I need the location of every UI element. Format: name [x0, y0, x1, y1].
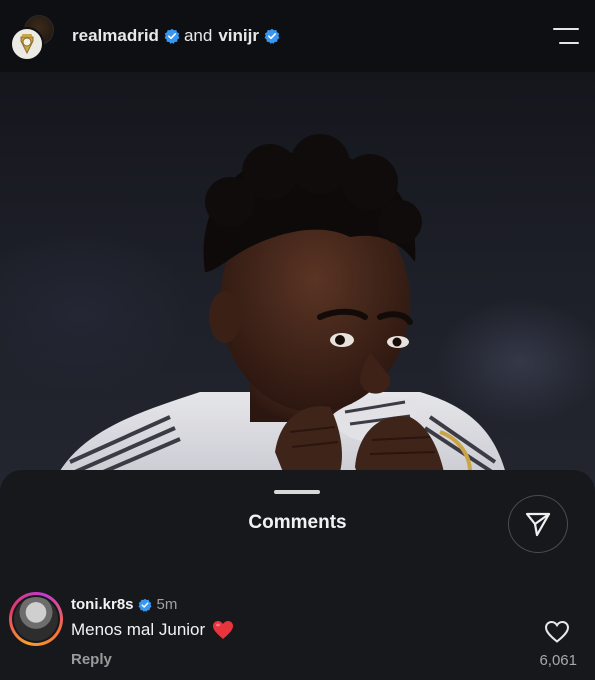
player-photo-illustration [50, 134, 510, 492]
verified-badge-icon [264, 28, 280, 44]
sheet-drag-handle[interactable] [274, 490, 320, 494]
avatar-image [14, 597, 58, 641]
red-heart-icon [212, 620, 234, 640]
collab-avatars[interactable] [10, 11, 56, 61]
comment-header: toni.kr8s 5m [71, 596, 177, 613]
comment-text-row: Menos mal Junior [71, 620, 234, 640]
verified-badge-icon [164, 28, 180, 44]
comment-item: toni.kr8s 5m Menos mal Junior Reply 6,06… [0, 590, 595, 680]
club-crest-icon [20, 34, 34, 55]
sheet-title: Comments [248, 512, 347, 533]
collab-joiner: and [183, 26, 213, 45]
comment-username[interactable]: toni.kr8s [71, 596, 134, 613]
account-vinijr[interactable]: vinijr [218, 26, 259, 46]
commenter-avatar[interactable] [9, 592, 63, 646]
comments-sheet: Comments toni.kr8s 5m Menos mal Junior R… [0, 470, 595, 680]
menu-icon[interactable] [551, 25, 579, 47]
post-photo[interactable] [0, 72, 595, 492]
reply-button[interactable]: Reply [71, 651, 112, 668]
account-realmadrid[interactable]: realmadrid [72, 26, 159, 46]
post-header: realmadrid and vinijr [0, 0, 595, 72]
realmadrid-avatar[interactable] [10, 27, 44, 61]
comment-timestamp: 5m [156, 596, 178, 613]
like-count: 6,061 [539, 652, 577, 669]
collab-title: realmadrid and vinijr [72, 26, 280, 46]
send-icon[interactable] [508, 495, 568, 553]
comment-text: Menos mal Junior [71, 620, 206, 639]
verified-badge-icon [138, 598, 152, 612]
like-heart-icon[interactable] [544, 620, 570, 644]
